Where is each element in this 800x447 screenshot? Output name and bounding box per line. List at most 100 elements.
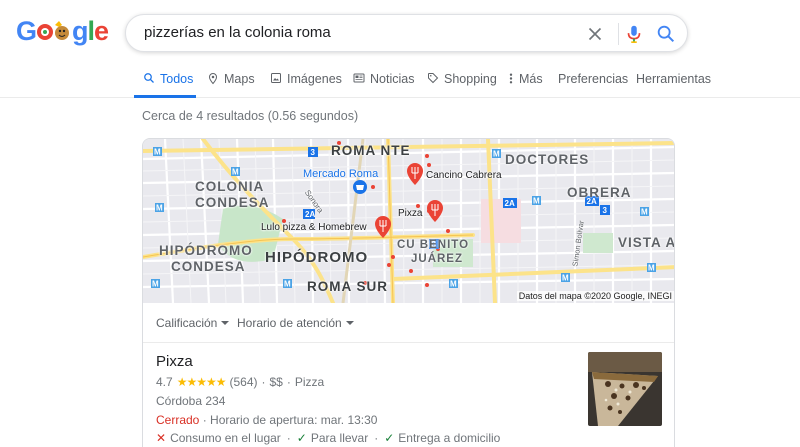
category: Pizza — [294, 375, 325, 389]
map-poi-cancino[interactable]: Cancino Cabrera — [426, 170, 502, 181]
service-label: Consumo en el lugar — [170, 431, 281, 445]
svg-text:M: M — [493, 150, 500, 159]
header: G gle pizzerías en la colonia roma — [0, 0, 800, 66]
map-label: CONDESA — [195, 195, 270, 210]
filter-label: Horario de atención — [237, 316, 342, 330]
separator: · — [261, 375, 266, 389]
separator: · — [286, 431, 291, 445]
news-icon — [353, 73, 365, 83]
logo-letter: g — [72, 16, 88, 46]
svg-text:3: 3 — [311, 148, 316, 157]
search-tabs: Todos Maps Imágenes Noticias Shopping Má… — [0, 66, 800, 98]
image-icon — [271, 73, 281, 83]
x-icon: ✕ — [156, 431, 167, 445]
tab-shopping[interactable]: Shopping — [427, 72, 497, 98]
map-poi-pixza[interactable]: Pixza — [398, 208, 422, 219]
divider — [618, 23, 619, 45]
map-label: HIPÓDROMO — [265, 249, 369, 266]
svg-text:M: M — [641, 208, 648, 217]
svg-text:M: M — [152, 280, 159, 289]
map-label: CONDESA — [171, 259, 246, 274]
svg-text:3: 3 — [603, 206, 608, 215]
logo-letter: G — [16, 16, 37, 46]
svg-text:M: M — [154, 148, 161, 157]
map-poi-mercado[interactable]: Mercado Roma — [303, 168, 378, 180]
clear-icon[interactable] — [584, 23, 606, 45]
tab-label: Más — [519, 72, 543, 86]
search-input[interactable]: pizzerías en la colonia roma — [144, 24, 331, 41]
map-attribution: Datos del mapa ©2020 Google, INEGI — [516, 291, 674, 301]
svg-text:2A: 2A — [505, 199, 515, 208]
check-icon: ✓ — [296, 431, 307, 445]
rating-filter[interactable]: Calificación — [156, 316, 230, 330]
map[interactable]: 3 2A 2A 3 3 2A M M M M M M M M M M M ROM… — [143, 139, 674, 303]
service-label: Para llevar — [310, 431, 369, 445]
map-label: ROMA SUR — [307, 279, 388, 294]
service-delivery: ✓ Entrega a domicilio — [384, 431, 500, 445]
separator: · — [202, 413, 211, 427]
filters-bar: Calificación Horario de atención — [143, 303, 674, 343]
listing-name[interactable]: Pixza — [156, 353, 193, 370]
listing-rating-row: 4.7 ★★★★★ (564) · $$ · Pizza — [156, 375, 324, 389]
local-results-card: 3 2A 2A 3 3 2A M M M M M M M M M M M ROM… — [142, 138, 675, 447]
status-closed: Cerrado — [156, 413, 200, 427]
doodle-icon — [37, 21, 70, 40]
tab-label: Maps — [224, 72, 255, 86]
service-options: ✕ Consumo en el lugar · ✓ Para llevar · ✓ E… — [156, 431, 500, 445]
active-tab-indicator — [134, 95, 196, 98]
listing-hours: Cerrado · Horario de apertura: mar. 13:3… — [156, 413, 377, 427]
map-label: JUÁREZ — [411, 253, 464, 265]
star-rating-icon: ★★★★★ — [176, 375, 227, 389]
rating-value: 4.7 — [156, 375, 173, 389]
map-label: OBRERA — [567, 185, 632, 200]
hours-filter[interactable]: Horario de atención — [237, 316, 354, 330]
tab-label: Noticias — [370, 72, 415, 86]
svg-text:2A: 2A — [305, 210, 315, 219]
map-label: ROMA NTE — [331, 143, 411, 158]
tab-label: Preferencias — [558, 72, 629, 86]
review-count[interactable]: (564) — [229, 375, 257, 389]
tab-imagenes[interactable]: Imágenes — [270, 72, 342, 98]
service-label: Entrega a domicilio — [398, 431, 501, 445]
search-box[interactable]: pizzerías en la colonia roma — [125, 14, 688, 52]
google-doodle-logo[interactable]: G gle — [16, 14, 109, 48]
map-pin-icon — [208, 72, 218, 85]
svg-text:M: M — [232, 168, 239, 177]
svg-text:M: M — [156, 204, 163, 213]
tab-label: Herramientas — [636, 72, 712, 86]
caret-down-icon — [345, 321, 354, 325]
svg-text:M: M — [284, 280, 291, 289]
separator: · — [286, 375, 291, 389]
svg-text:M: M — [450, 280, 457, 289]
map-label: HIPÓDROMO — [159, 243, 253, 258]
tab-label: Shopping — [444, 72, 497, 86]
tab-mas[interactable]: Más — [508, 72, 543, 98]
listing-photo[interactable] — [588, 352, 662, 426]
tab-preferencias[interactable]: Preferencias — [558, 72, 628, 98]
search-icon[interactable] — [655, 23, 677, 45]
listing-address: Córdoba 234 — [156, 394, 226, 408]
search-icon — [144, 73, 154, 83]
svg-text:M: M — [533, 197, 540, 206]
map-canvas: 3 2A 2A 3 3 2A M M M M M M M M M M M — [143, 139, 674, 303]
map-label: DOCTORES — [505, 152, 590, 167]
svg-text:M: M — [648, 264, 655, 273]
separator: · — [374, 431, 379, 445]
map-label: VISTA ALEG — [618, 235, 674, 250]
listing-item[interactable]: Pixza 4.7 ★★★★★ (564) · $$ · Pizza Córdo… — [143, 344, 674, 447]
map-label: COLONIA — [195, 179, 265, 194]
tab-herramientas[interactable]: Herramientas — [636, 72, 711, 98]
caret-down-icon — [221, 321, 230, 325]
tab-noticias[interactable]: Noticias — [353, 72, 414, 98]
result-stats: Cerca de 4 resultados (0.56 segundos) — [142, 109, 359, 123]
map-poi-lulo[interactable]: Lulo pizza & Homebrew — [261, 222, 367, 233]
filter-label: Calificación — [156, 316, 218, 330]
microphone-icon[interactable] — [623, 22, 645, 46]
service-dine-in: ✕ Consumo en el lugar — [156, 431, 281, 445]
map-label: CU BENITO — [397, 239, 470, 251]
more-vert-icon — [509, 73, 513, 84]
opening-hours: Horario de apertura: mar. 13:30 — [210, 413, 378, 427]
logo-letter: e — [94, 16, 109, 46]
tab-maps[interactable]: Maps — [207, 72, 255, 98]
tab-label: Todos — [160, 72, 194, 86]
